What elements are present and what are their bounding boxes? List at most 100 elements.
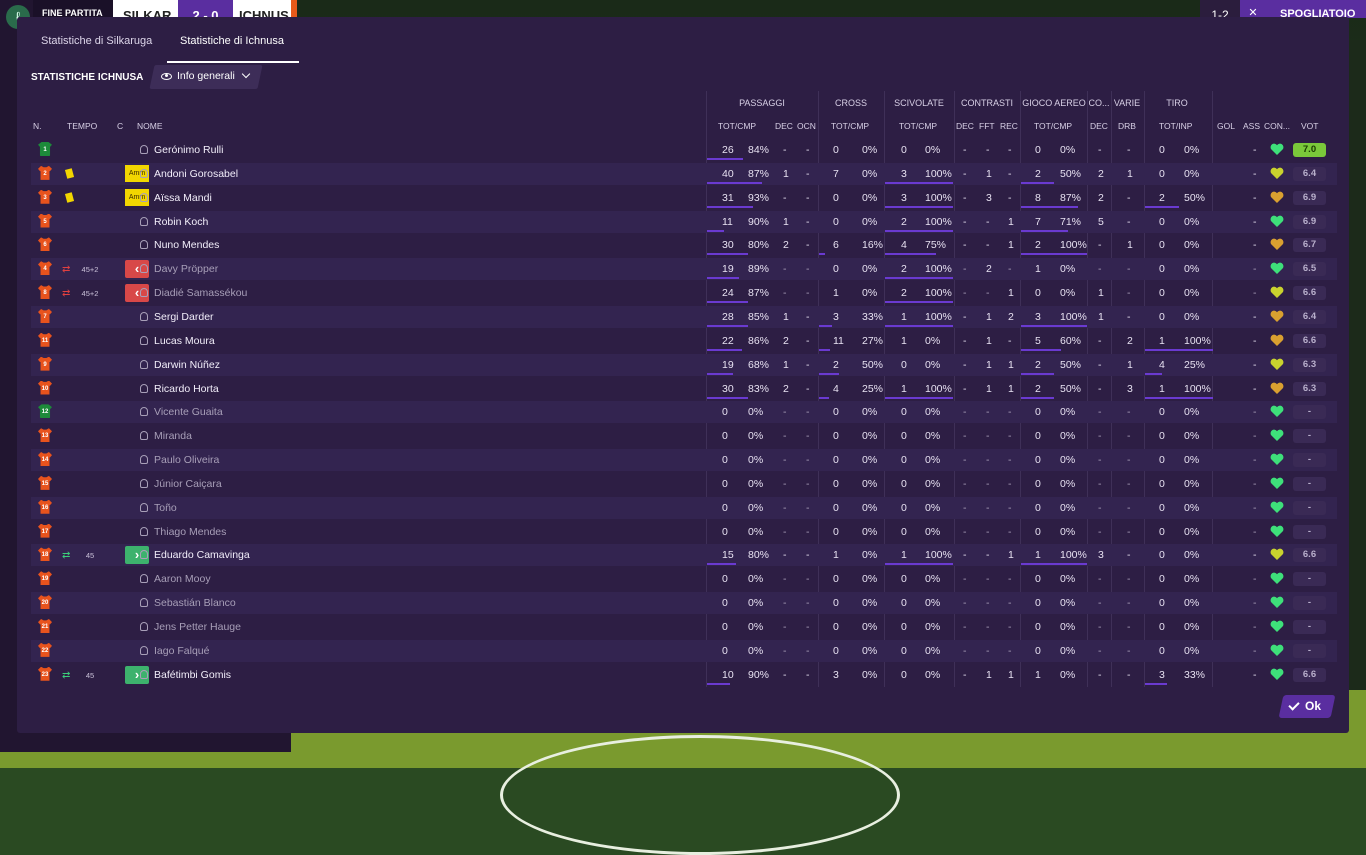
player-name[interactable]: Darwin Núñez [154, 359, 220, 371]
col-tiro-tot[interactable]: TOT/INP [1159, 121, 1192, 131]
pass-ocn-cell: - [806, 549, 810, 562]
col-name[interactable]: NOME [137, 121, 163, 131]
table-row[interactable]: 8 ⇄ 45+2 ‹ Diadié Samassékou 24 87% - -1 0% 2 100% -… [31, 282, 1337, 304]
col-cross-tot[interactable]: TOT/CMP [831, 121, 869, 131]
player-name[interactable]: Miranda [154, 430, 192, 442]
table-row[interactable]: 19 Aaron Mooy 0 0% - - 0 0% 0 0% - - - 0 0% - - 0 0% - - [31, 568, 1337, 590]
person-icon [140, 431, 148, 441]
col-pass-ocn[interactable]: OCN [797, 121, 816, 131]
cross-total-cell: 0 [833, 621, 839, 633]
table-row[interactable]: 5 Robin Koch 11 90% 1-0 0% 2 100% - -1 7 71% 5-0 0% -6… [31, 210, 1337, 233]
col-ass[interactable]: ASS [1243, 121, 1260, 131]
table-row[interactable]: 1 Gerónimo Rulli 26 84% - - 0 0% 0 0% - - - 0 0% - - 0 0% -… [31, 139, 1337, 161]
table-row[interactable]: 18 ⇄ 45 › Eduardo Camavinga 15 80% - -1 0% 1 100% - -… [31, 544, 1337, 567]
col-contr-rec[interactable]: REC [1000, 121, 1018, 131]
contr-fft-cell: - [986, 573, 990, 586]
player-name[interactable]: Toño [154, 502, 177, 514]
col-sciv-tot[interactable]: TOT/CMP [899, 121, 937, 131]
pass-total-cell: 30 [722, 382, 734, 395]
table-row[interactable]: 10 Ricardo Horta 30 83% 2-4 25% 1 100% -1 1 2 50% -3… [31, 378, 1337, 400]
table-row[interactable]: 11 Lucas Moura 22 86% 2 - 11 27% 1 0% - 1 - 5 60% - 2 1 10… [31, 330, 1337, 352]
varie-drb-cell: - [1127, 573, 1131, 586]
player-name[interactable]: Andoni Gorosabel [154, 168, 238, 180]
player-name[interactable]: Iago Falqué [154, 645, 209, 657]
player-name[interactable]: Davy Pröpper [154, 263, 218, 275]
col-aereo-tot[interactable]: TOT/CMP [1034, 121, 1072, 131]
tiro-total-cell: 0 [1159, 549, 1165, 562]
player-name[interactable]: Jens Petter Hauge [154, 621, 241, 633]
table-row[interactable]: 14 Paulo Oliveira 0 0% - - 0 0% 0 0% - - - 0 0% - - 0 0% - - [31, 449, 1337, 472]
col-card[interactable]: C [117, 121, 123, 131]
pass-total-cell: 0 [722, 430, 728, 443]
pass-total-cell: 0 [722, 644, 728, 657]
table-row[interactable]: 12 Vicente Guaita 0 0% - - 0 0% 0 0% - - - 0 0% - - 0 0% - - [31, 401, 1337, 424]
dressing-room-button[interactable]: SPOGLIATOIO [1266, 0, 1366, 20]
col-con[interactable]: CON... [1264, 121, 1290, 131]
table-row[interactable]: 7 Sergi Darder 28 85% 1-3 33% 1 100% -1 2 3 100% 1-0… [31, 305, 1337, 328]
player-name[interactable]: Robin Koch [154, 216, 208, 228]
rating-badge: 6.6 [1293, 667, 1326, 682]
condition-heart-icon [1270, 238, 1284, 251]
table-row[interactable]: 4 ⇄ 45+2 ‹ Davy Pröpper 19 89% - -0 0% 2 100% -2-1 0%… [31, 258, 1337, 281]
player-name[interactable]: Aïssa Mandi [154, 192, 212, 204]
co-dec-cell: - [1098, 525, 1102, 538]
varie-drb-cell: - [1127, 263, 1131, 276]
contr-rec-cell: - [1008, 263, 1012, 276]
table-row[interactable]: 22 Iago Falqué 0 0% - - 0 0% 0 0% - - - 0 0% - - 0 0% - - [31, 639, 1337, 662]
player-name[interactable]: Diadié Samassékou [154, 287, 247, 299]
shirt-number-icon: 2 [38, 165, 52, 180]
col-number[interactable]: N. [33, 121, 42, 131]
rating-badge: - [1293, 405, 1326, 420]
topbar-result: 1-2 [1200, 0, 1240, 21]
player-name[interactable]: Aaron Mooy [154, 573, 211, 585]
table-row[interactable]: 15 Júnior Caiçara 0 0% - - 0 0% 0 0% - - - 0 0% - - 0 0% - - [31, 473, 1337, 495]
sciv-total-cell: 0 [901, 501, 907, 514]
table-row[interactable]: 9 Darwin Núñez 19 68% 1 - 2 50% 0 0% - 1 1 2 50% - 1 4 25%… [31, 353, 1337, 376]
col-contr-dec[interactable]: DEC [956, 121, 974, 131]
tiro-pct-cell: 0% [1184, 621, 1200, 633]
col-pass-dec[interactable]: DEC [775, 121, 793, 131]
player-name[interactable]: Thiago Mendes [154, 526, 226, 538]
table-row[interactable]: 23 ⇄ 45 › Bafétimbi Gomis 10 90% - -3 0% 0 0% -1 1 1 0%… [31, 664, 1337, 686]
player-name[interactable]: Paulo Oliveira [154, 454, 219, 466]
aereo-total-cell: 2 [1035, 239, 1041, 252]
sciv-pct-cell: 0% [925, 454, 941, 467]
table-row[interactable]: 20 Sebastián Blanco 0 0% - - 0 0% 0 0% - - - 0 0% - - 0 0%… [31, 592, 1337, 615]
sciv-pct-cell: 0% [925, 644, 941, 657]
pass-ocn-cell: - [806, 668, 810, 681]
aereo-pct-cell: 0% [1060, 668, 1076, 681]
table-row[interactable]: 13 Miranda 0 0% - - 0 0% 0 0% - - - 0 0% - - 0 0% - - [31, 425, 1337, 447]
player-name[interactable]: Lucas Moura [154, 335, 215, 347]
col-contr-fft[interactable]: FFT [979, 121, 995, 131]
contr-dec-cell: - [963, 215, 967, 228]
player-name[interactable]: Nuno Mendes [154, 239, 219, 251]
player-name[interactable]: Gerónimo Rulli [154, 144, 223, 156]
table-row[interactable]: 16 Toño 0 0% - - 0 0% 0 0% - - - 0 0% - - 0 0% - - [31, 496, 1337, 519]
col-pass-tot[interactable]: TOT/CMP [718, 121, 756, 131]
tiro-pct-cell: 0% [1184, 406, 1200, 419]
col-time[interactable]: TEMPO [67, 121, 97, 131]
player-name[interactable]: Sergi Darder [154, 311, 214, 323]
player-name[interactable]: Sebastián Blanco [154, 597, 236, 609]
player-name[interactable]: Eduardo Camavinga [154, 549, 250, 561]
ass-cell: - [1253, 549, 1257, 562]
topbar-close-button[interactable]: ✕ [1240, 0, 1266, 19]
col-vot[interactable]: VOT [1301, 121, 1318, 131]
col-co-dec[interactable]: DEC [1090, 121, 1108, 131]
player-name[interactable]: Júnior Caiçara [154, 478, 222, 490]
table-row[interactable]: 6 Nuno Mendes 30 80% 2-6 16% 4 75% - -1 2 100% -1 0 0%… [31, 234, 1337, 256]
table-row[interactable]: 2 Amm Andoni Gorosabel 40 87% 1-7 0% 3 100% -1-2 5… [31, 162, 1337, 185]
player-name[interactable]: Vicente Guaita [154, 406, 223, 418]
col-gol[interactable]: GOL [1217, 121, 1235, 131]
table-row[interactable]: 17 Thiago Mendes 0 0% - - 0 0% 0 0% - - - 0 0% - - 0 0% - - [31, 521, 1337, 543]
player-name[interactable]: Ricardo Horta [154, 383, 219, 395]
stat-progress-bar [707, 372, 733, 375]
col-varie-drb[interactable]: DRB [1118, 121, 1136, 131]
player-name[interactable]: Bafétimbi Gomis [154, 669, 231, 681]
stat-progress-bar [1145, 682, 1167, 685]
cross-total-cell: 0 [833, 525, 839, 538]
table-row[interactable]: 21 Jens Petter Hauge 0 0% - - 0 0% 0 0% - - - 0 0% - - 0 0… [31, 616, 1337, 638]
condition-heart-icon [1270, 525, 1284, 538]
ok-button-label[interactable]: Ok [1288, 698, 1321, 713]
table-row[interactable]: 3 Amm Aïssa Mandi 31 93% - -0 0% 3 100% -3-8 87% 2-2… [31, 187, 1337, 209]
